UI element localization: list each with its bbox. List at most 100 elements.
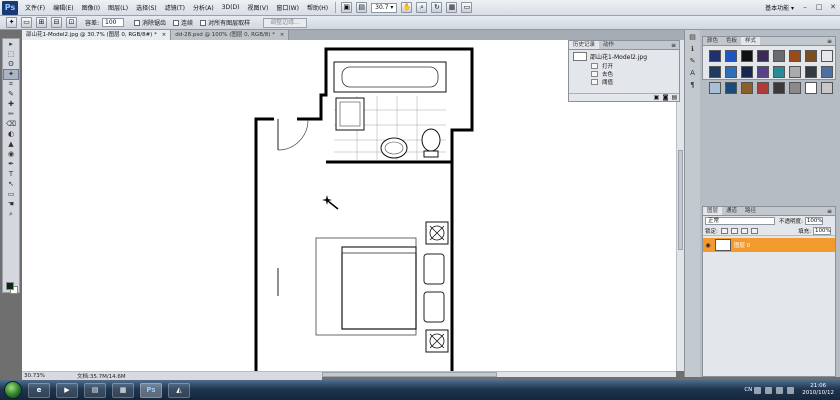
tab-close-icon[interactable]: × xyxy=(280,32,285,38)
info-panel-icon[interactable]: ℹ xyxy=(688,45,698,54)
new-document-from-state-icon[interactable]: ▣ xyxy=(652,94,661,101)
maximize-button[interactable]: □ xyxy=(813,3,825,13)
style-swatch[interactable] xyxy=(757,50,769,62)
style-swatch[interactable] xyxy=(821,82,833,94)
menu-view[interactable]: 视图(V) xyxy=(244,3,273,12)
style-swatch[interactable] xyxy=(741,66,753,78)
magic-wand-tool-icon[interactable]: ✦ xyxy=(3,69,19,80)
subtract-selection-icon[interactable]: ⊟ xyxy=(51,17,62,28)
start-button[interactable] xyxy=(4,381,22,399)
style-swatch[interactable] xyxy=(805,50,817,62)
status-zoom[interactable]: 30.73% xyxy=(22,373,45,379)
lock-all-icon[interactable] xyxy=(750,227,758,234)
eyedropper-tool-icon[interactable]: ✎ xyxy=(4,90,18,99)
tab-channels[interactable]: 通道 xyxy=(722,207,741,215)
style-swatch[interactable] xyxy=(757,66,769,78)
style-swatch[interactable] xyxy=(741,50,753,62)
visibility-eye-icon[interactable]: ◉ xyxy=(703,242,713,249)
tab-swatches[interactable]: 色板 xyxy=(722,37,741,45)
menu-help[interactable]: 帮助(H) xyxy=(303,3,332,12)
panel-menu-icon[interactable]: ≡ xyxy=(827,37,835,45)
menu-layer[interactable]: 图层(L) xyxy=(104,3,132,12)
arrange-documents-icon[interactable]: ▦ xyxy=(446,2,458,13)
screen-mode-icon[interactable]: ▭ xyxy=(461,2,473,13)
crop-tool-icon[interactable]: ⌗ xyxy=(4,80,18,89)
marquee-tool-icon[interactable]: ⬚ xyxy=(4,50,18,59)
brush-panel-icon[interactable]: ✎ xyxy=(688,57,698,66)
document-tab[interactable]: dd-28.psd @ 100% (图层 0, RGB/8) * × xyxy=(171,30,290,40)
path-selection-tool-icon[interactable]: ↖ xyxy=(4,180,18,189)
tab-close-icon[interactable]: × xyxy=(162,32,167,38)
opacity-input[interactable]: 100% xyxy=(804,217,823,225)
history-item[interactable]: 打开 xyxy=(569,62,679,70)
add-selection-icon[interactable]: ⊞ xyxy=(36,17,47,28)
panel-menu-icon[interactable]: ≡ xyxy=(671,41,679,49)
hand-tool-icon[interactable]: ☚ xyxy=(4,200,18,209)
clock[interactable]: 21:06 2010/10/12 xyxy=(802,383,834,397)
lock-transparency-icon[interactable] xyxy=(720,227,728,234)
refine-edge-button[interactable]: 调整边缘... xyxy=(263,17,307,28)
photoshop-taskbar-icon[interactable]: Ps xyxy=(140,382,162,398)
internet-explorer-icon[interactable]: e xyxy=(28,382,50,398)
history-item[interactable]: 去色 xyxy=(569,70,679,78)
tolerance-input[interactable]: 100 xyxy=(102,18,125,27)
trash-icon[interactable]: ▤ xyxy=(670,94,679,101)
style-swatch[interactable] xyxy=(725,66,737,78)
lock-pixels-icon[interactable] xyxy=(730,227,738,234)
minimize-button[interactable]: – xyxy=(799,3,811,13)
style-swatch[interactable] xyxy=(789,82,801,94)
menu-analysis[interactable]: 分析(A) xyxy=(189,3,218,12)
history-snapshot[interactable]: 邵山花1-Model2.jpg xyxy=(569,50,679,62)
style-swatch[interactable] xyxy=(757,82,769,94)
menu-image[interactable]: 图像(I) xyxy=(78,3,104,12)
menu-3d[interactable]: 3D(D) xyxy=(218,4,244,11)
workspace-switcher[interactable]: 基本功能 ▾ xyxy=(765,3,794,12)
zoom-level-dropdown[interactable]: 30.7 ▾ xyxy=(371,2,398,13)
network-icon[interactable] xyxy=(776,386,784,394)
tab-history[interactable]: 历史记录 xyxy=(569,41,600,49)
document-tab-active[interactable]: 邵山花1-Model2.jpg @ 30.7% (图层 0, RGB/8#) *… xyxy=(22,30,172,40)
menu-window[interactable]: 窗口(W) xyxy=(272,3,303,12)
style-swatch[interactable] xyxy=(741,82,753,94)
sample-all-layers-checkbox[interactable] xyxy=(200,19,207,26)
magic-wand-preset-icon[interactable]: ✦ xyxy=(6,17,17,28)
zoom-tool-icon[interactable]: ⌕ xyxy=(416,2,428,13)
language-indicator[interactable]: CN xyxy=(744,387,752,393)
app-taskbar-icon[interactable]: ◭ xyxy=(168,382,190,398)
pen-tool-icon[interactable]: ✒ xyxy=(4,160,18,169)
style-swatch[interactable] xyxy=(805,66,817,78)
style-swatch[interactable] xyxy=(805,82,817,94)
style-swatch[interactable] xyxy=(709,82,721,94)
tab-actions[interactable]: 动作 xyxy=(599,41,618,49)
brush-tool-icon[interactable]: ✏ xyxy=(4,110,18,119)
new-selection-icon[interactable]: ▭ xyxy=(21,17,32,28)
style-swatch[interactable] xyxy=(821,66,833,78)
style-swatch[interactable] xyxy=(773,82,785,94)
style-swatch[interactable] xyxy=(773,66,785,78)
blur-tool-icon[interactable]: ▲ xyxy=(4,140,18,149)
menu-edit[interactable]: 编辑(E) xyxy=(49,3,77,12)
zoom-tool-icon[interactable]: ⌕ xyxy=(4,210,18,219)
scroll-thumb[interactable] xyxy=(322,372,497,377)
style-swatch[interactable] xyxy=(789,50,801,62)
tab-styles[interactable]: 样式 xyxy=(741,37,761,45)
style-swatch[interactable] xyxy=(725,82,737,94)
gradient-tool-icon[interactable]: ◐ xyxy=(4,130,18,139)
hand-tool-icon[interactable]: ✋ xyxy=(401,2,413,13)
healing-tool-icon[interactable]: ✚ xyxy=(4,100,18,109)
style-swatch[interactable] xyxy=(709,50,721,62)
tab-layers[interactable]: 图层 xyxy=(703,207,723,215)
tab-paths[interactable]: 路径 xyxy=(741,207,760,215)
close-button[interactable]: ✕ xyxy=(827,3,839,13)
panel-menu-icon[interactable]: ≡ xyxy=(827,207,835,215)
layer-row[interactable]: ◉ 图层 0 xyxy=(703,238,835,252)
volume-icon[interactable] xyxy=(787,386,795,394)
media-player-icon[interactable]: ▶ xyxy=(56,382,78,398)
file-explorer-icon[interactable]: ▤ xyxy=(84,382,106,398)
eraser-tool-icon[interactable]: ⌫ xyxy=(4,120,18,129)
history-panel-icon[interactable]: ▤ xyxy=(688,33,698,42)
foreground-color-swatch[interactable] xyxy=(6,282,14,290)
dodge-tool-icon[interactable]: ◉ xyxy=(4,150,18,159)
tab-color[interactable]: 颜色 xyxy=(703,37,722,45)
fill-input[interactable]: 100% xyxy=(813,226,831,235)
